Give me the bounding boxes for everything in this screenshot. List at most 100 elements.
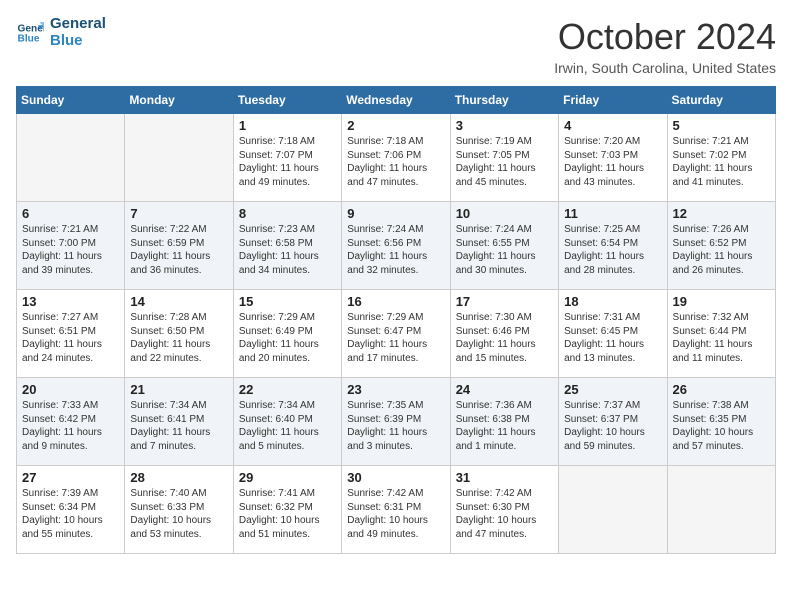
day-number: 27 bbox=[22, 470, 119, 485]
calendar-table: Sunday Monday Tuesday Wednesday Thursday… bbox=[16, 86, 776, 554]
table-row: 8 Sunrise: 7:23 AM Sunset: 6:58 PM Daylig… bbox=[233, 202, 341, 290]
table-row: 9 Sunrise: 7:24 AM Sunset: 6:56 PM Daylig… bbox=[342, 202, 450, 290]
calendar-week-row: 20 Sunrise: 7:33 AM Sunset: 6:42 PM Dayli… bbox=[17, 378, 776, 466]
svg-text:Blue: Blue bbox=[18, 33, 40, 44]
table-row: 18 Sunrise: 7:31 AM Sunset: 6:45 PM Dayli… bbox=[559, 290, 667, 378]
day-info: Sunrise: 7:41 AM Sunset: 6:32 PM Dayligh… bbox=[239, 487, 336, 541]
day-number: 9 bbox=[347, 206, 444, 221]
day-info: Sunrise: 7:26 AM Sunset: 6:52 PM Dayligh… bbox=[673, 223, 770, 277]
header-thursday: Thursday bbox=[450, 87, 558, 114]
day-number: 14 bbox=[130, 294, 227, 309]
table-row: 30 Sunrise: 7:42 AM Sunset: 6:31 PM Dayli… bbox=[342, 466, 450, 554]
day-number: 23 bbox=[347, 382, 444, 397]
day-info: Sunrise: 7:20 AM Sunset: 7:03 PM Dayligh… bbox=[564, 135, 661, 189]
table-row: 15Sunrise: 7:29 AM Sunset: 6:49 PM Dayli… bbox=[233, 290, 341, 378]
header-saturday: Saturday bbox=[667, 87, 775, 114]
day-info: Sunrise: 7:27 AM Sunset: 6:51 PM Dayligh… bbox=[22, 311, 119, 365]
calendar-week-row: 6 Sunrise: 7:21 AM Sunset: 7:00 PM Daylig… bbox=[17, 202, 776, 290]
day-number: 3 bbox=[456, 118, 553, 133]
day-info: Sunrise: 7:42 AM Sunset: 6:31 PM Dayligh… bbox=[347, 487, 444, 541]
day-number: 15 bbox=[239, 294, 336, 309]
day-number: 8 bbox=[239, 206, 336, 221]
table-row: 21Sunrise: 7:34 AM Sunset: 6:41 PM Dayli… bbox=[125, 378, 233, 466]
header-wednesday: Wednesday bbox=[342, 87, 450, 114]
table-row: 22 Sunrise: 7:34 AM Sunset: 6:40 PM Dayli… bbox=[233, 378, 341, 466]
day-info: Sunrise: 7:38 AM Sunset: 6:35 PM Dayligh… bbox=[673, 399, 770, 453]
day-info: Sunrise: 7:23 AM Sunset: 6:58 PM Dayligh… bbox=[239, 223, 336, 277]
title-block: October 2024 Irwin, South Carolina, Unit… bbox=[554, 16, 776, 76]
table-row: 11Sunrise: 7:25 AM Sunset: 6:54 PM Dayli… bbox=[559, 202, 667, 290]
table-row: 26 Sunrise: 7:38 AM Sunset: 6:35 PM Dayli… bbox=[667, 378, 775, 466]
table-row: 20 Sunrise: 7:33 AM Sunset: 6:42 PM Dayli… bbox=[17, 378, 125, 466]
header-tuesday: Tuesday bbox=[233, 87, 341, 114]
day-number: 2 bbox=[347, 118, 444, 133]
day-info: Sunrise: 7:34 AM Sunset: 6:40 PM Dayligh… bbox=[239, 399, 336, 453]
logo-text-blue: Blue bbox=[50, 33, 106, 50]
day-info: Sunrise: 7:19 AM Sunset: 7:05 PM Dayligh… bbox=[456, 135, 553, 189]
day-number: 21 bbox=[130, 382, 227, 397]
table-row bbox=[17, 114, 125, 202]
calendar-header-row: Sunday Monday Tuesday Wednesday Thursday… bbox=[17, 87, 776, 114]
logo-icon: General Blue bbox=[16, 19, 44, 47]
day-info: Sunrise: 7:31 AM Sunset: 6:45 PM Dayligh… bbox=[564, 311, 661, 365]
day-info: Sunrise: 7:24 AM Sunset: 6:56 PM Dayligh… bbox=[347, 223, 444, 277]
table-row: 13 Sunrise: 7:27 AM Sunset: 6:51 PM Dayli… bbox=[17, 290, 125, 378]
day-number: 6 bbox=[22, 206, 119, 221]
day-number: 26 bbox=[673, 382, 770, 397]
day-info: Sunrise: 7:21 AM Sunset: 7:02 PM Dayligh… bbox=[673, 135, 770, 189]
header-friday: Friday bbox=[559, 87, 667, 114]
day-info: Sunrise: 7:28 AM Sunset: 6:50 PM Dayligh… bbox=[130, 311, 227, 365]
day-info: Sunrise: 7:32 AM Sunset: 6:44 PM Dayligh… bbox=[673, 311, 770, 365]
day-info: Sunrise: 7:29 AM Sunset: 6:47 PM Dayligh… bbox=[347, 311, 444, 365]
day-number: 25 bbox=[564, 382, 661, 397]
day-number: 18 bbox=[564, 294, 661, 309]
calendar-week-row: 27 Sunrise: 7:39 AM Sunset: 6:34 PM Dayli… bbox=[17, 466, 776, 554]
day-number: 31 bbox=[456, 470, 553, 485]
table-row: 19 Sunrise: 7:32 AM Sunset: 6:44 PM Dayli… bbox=[667, 290, 775, 378]
day-number: 17 bbox=[456, 294, 553, 309]
day-number: 7 bbox=[130, 206, 227, 221]
table-row: 23 Sunrise: 7:35 AM Sunset: 6:39 PM Dayli… bbox=[342, 378, 450, 466]
day-number: 30 bbox=[347, 470, 444, 485]
table-row bbox=[667, 466, 775, 554]
day-number: 19 bbox=[673, 294, 770, 309]
table-row: 6 Sunrise: 7:21 AM Sunset: 7:00 PM Daylig… bbox=[17, 202, 125, 290]
table-row bbox=[559, 466, 667, 554]
day-info: Sunrise: 7:33 AM Sunset: 6:42 PM Dayligh… bbox=[22, 399, 119, 453]
day-number: 13 bbox=[22, 294, 119, 309]
table-row: 17Sunrise: 7:30 AM Sunset: 6:46 PM Dayli… bbox=[450, 290, 558, 378]
calendar-week-row: 13 Sunrise: 7:27 AM Sunset: 6:51 PM Dayli… bbox=[17, 290, 776, 378]
table-row: 24Sunrise: 7:36 AM Sunset: 6:38 PM Dayli… bbox=[450, 378, 558, 466]
day-number: 20 bbox=[22, 382, 119, 397]
table-row: 2Sunrise: 7:18 AM Sunset: 7:06 PM Daylig… bbox=[342, 114, 450, 202]
day-info: Sunrise: 7:39 AM Sunset: 6:34 PM Dayligh… bbox=[22, 487, 119, 541]
day-info: Sunrise: 7:36 AM Sunset: 6:38 PM Dayligh… bbox=[456, 399, 553, 453]
table-row: 27 Sunrise: 7:39 AM Sunset: 6:34 PM Dayli… bbox=[17, 466, 125, 554]
table-row: 28Sunrise: 7:40 AM Sunset: 6:33 PM Dayli… bbox=[125, 466, 233, 554]
day-info: Sunrise: 7:22 AM Sunset: 6:59 PM Dayligh… bbox=[130, 223, 227, 277]
day-info: Sunrise: 7:25 AM Sunset: 6:54 PM Dayligh… bbox=[564, 223, 661, 277]
header-sunday: Sunday bbox=[17, 87, 125, 114]
table-row bbox=[125, 114, 233, 202]
logo: General Blue General Blue bbox=[16, 16, 106, 49]
page-header: General Blue General Blue October 2024 I… bbox=[16, 16, 776, 76]
day-info: Sunrise: 7:35 AM Sunset: 6:39 PM Dayligh… bbox=[347, 399, 444, 453]
day-number: 10 bbox=[456, 206, 553, 221]
day-number: 4 bbox=[564, 118, 661, 133]
day-info: Sunrise: 7:42 AM Sunset: 6:30 PM Dayligh… bbox=[456, 487, 553, 541]
day-info: Sunrise: 7:21 AM Sunset: 7:00 PM Dayligh… bbox=[22, 223, 119, 277]
table-row: 1 Sunrise: 7:18 AM Sunset: 7:07 PM Daylig… bbox=[233, 114, 341, 202]
table-row: 4 Sunrise: 7:20 AM Sunset: 7:03 PM Daylig… bbox=[559, 114, 667, 202]
day-info: Sunrise: 7:40 AM Sunset: 6:33 PM Dayligh… bbox=[130, 487, 227, 541]
day-number: 29 bbox=[239, 470, 336, 485]
header-monday: Monday bbox=[125, 87, 233, 114]
day-number: 22 bbox=[239, 382, 336, 397]
table-row: 12Sunrise: 7:26 AM Sunset: 6:52 PM Dayli… bbox=[667, 202, 775, 290]
day-number: 1 bbox=[239, 118, 336, 133]
day-info: Sunrise: 7:18 AM Sunset: 7:07 PM Dayligh… bbox=[239, 135, 336, 189]
day-info: Sunrise: 7:24 AM Sunset: 6:55 PM Dayligh… bbox=[456, 223, 553, 277]
table-row: 25Sunrise: 7:37 AM Sunset: 6:37 PM Dayli… bbox=[559, 378, 667, 466]
month-title: October 2024 bbox=[554, 16, 776, 58]
table-row: 29 Sunrise: 7:41 AM Sunset: 6:32 PM Dayli… bbox=[233, 466, 341, 554]
calendar-week-row: 1 Sunrise: 7:18 AM Sunset: 7:07 PM Daylig… bbox=[17, 114, 776, 202]
